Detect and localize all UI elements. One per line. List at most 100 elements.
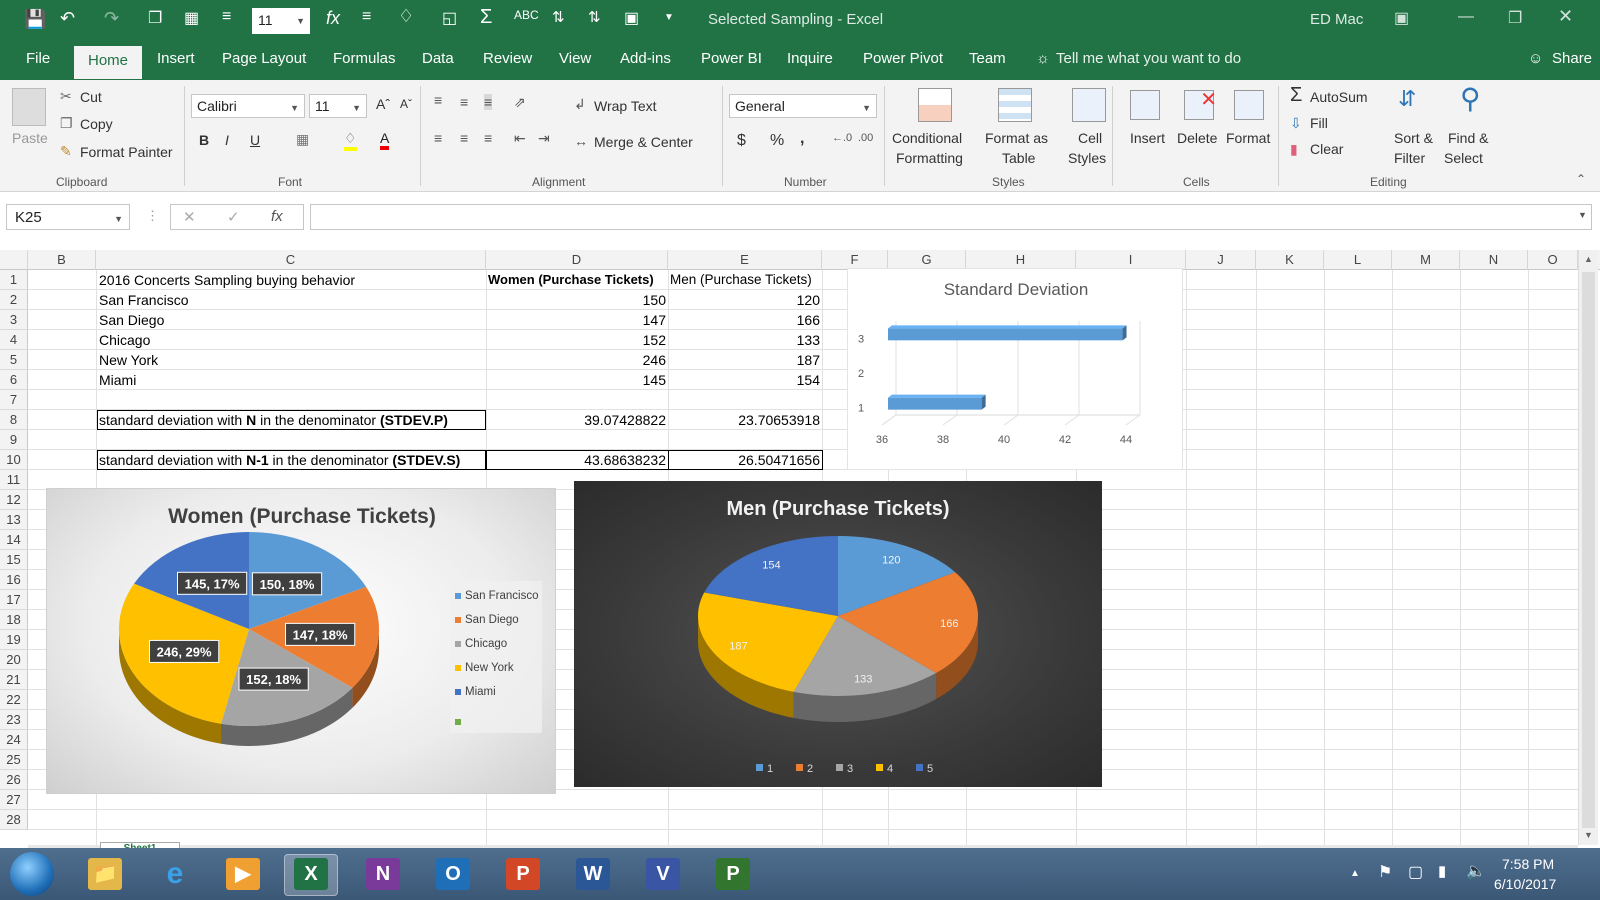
cell-e3[interactable]: 166 — [670, 310, 820, 330]
clear-button[interactable]: Clear — [1310, 141, 1343, 157]
increase-decimal-icon[interactable]: ←.0 — [832, 132, 852, 144]
cell-e1[interactable]: Men (Purchase Tickets) — [670, 270, 822, 290]
sort-filter-icon[interactable]: ⇵ — [1398, 86, 1416, 112]
collapse-ribbon-icon[interactable]: ⌃ — [1576, 172, 1586, 186]
women-pie-chart[interactable]: Women (Purchase Tickets) 150, 18% 147, 18%… — [46, 488, 556, 794]
tab-formulas[interactable]: Formulas — [333, 50, 396, 67]
user-name[interactable]: ED Mac — [1310, 11, 1363, 28]
row-header[interactable]: 12 — [0, 490, 28, 510]
device-icon[interactable]: ▢ — [1408, 862, 1423, 882]
align-right-icon[interactable]: ≡ — [484, 130, 492, 146]
tell-me-search[interactable]: Tell me what you want to do — [1056, 50, 1241, 67]
cell-c2[interactable]: San Francisco — [99, 290, 479, 310]
comma-button[interactable]: , — [800, 130, 804, 148]
excel-icon[interactable]: X — [294, 858, 328, 890]
row-header[interactable]: 10 — [0, 450, 28, 470]
function-icon[interactable]: fx — [326, 8, 340, 29]
row-header[interactable]: 1 — [0, 270, 28, 290]
column-header-f[interactable]: F — [822, 250, 888, 270]
clock-time[interactable]: 7:58 PM — [1502, 856, 1554, 872]
cell-d5[interactable]: 246 — [488, 350, 666, 370]
cancel-icon[interactable]: ✕ — [183, 208, 196, 226]
column-header-n[interactable]: N — [1460, 250, 1528, 270]
redo-icon[interactable]: ↷ — [104, 8, 119, 29]
tab-insert[interactable]: Insert — [157, 50, 195, 67]
cell-e5[interactable]: 187 — [670, 350, 820, 370]
tab-power-bi[interactable]: Power BI — [701, 50, 762, 67]
paste-button[interactable]: Paste — [12, 130, 48, 146]
format-painter-icon[interactable]: ✎ — [60, 143, 72, 160]
column-header-c[interactable]: C — [96, 250, 486, 270]
font-size-select[interactable]: 11 ▼ — [309, 94, 367, 118]
cut-button[interactable]: Cut — [80, 89, 102, 105]
row-header[interactable]: 8 — [0, 410, 28, 430]
start-button[interactable] — [10, 852, 54, 896]
cell-c1[interactable]: 2016 Concerts Sampling buying behavior — [99, 270, 485, 290]
row-header[interactable]: 26 — [0, 770, 28, 790]
share-button[interactable]: Share — [1552, 50, 1592, 67]
decrease-decimal-icon[interactable]: .00 — [858, 132, 873, 144]
find-select-icon[interactable]: ⚲ — [1460, 82, 1481, 115]
row-header[interactable]: 11 — [0, 470, 28, 490]
sum-quick-icon[interactable]: Σ — [480, 6, 492, 29]
restore-icon[interactable]: ❐ — [1508, 8, 1522, 28]
wrap-text-button[interactable]: Wrap Text — [594, 98, 657, 114]
formula-input[interactable] — [310, 204, 1592, 230]
cell-d10[interactable]: 43.68638232 — [486, 450, 669, 470]
column-header-g[interactable]: G — [888, 250, 966, 270]
row-header[interactable]: 15 — [0, 550, 28, 570]
conditional-formatting-button[interactable]: Conditional — [892, 130, 962, 146]
cell-c4[interactable]: Chicago — [99, 330, 479, 350]
cell-styles-button[interactable]: Cell — [1078, 130, 1102, 146]
percent-button[interactable]: % — [770, 132, 784, 150]
cell-d3[interactable]: 147 — [488, 310, 666, 330]
ribbon-display-icon[interactable]: ▣ — [1394, 8, 1409, 28]
row-header[interactable]: 13 — [0, 510, 28, 530]
wrap-text-icon[interactable]: ↲ — [574, 96, 586, 113]
cell-e10[interactable]: 26.50471656 — [668, 450, 823, 470]
tab-team[interactable]: Team — [969, 50, 1006, 67]
row-header[interactable]: 23 — [0, 710, 28, 730]
indent-icon[interactable]: ≡ — [362, 8, 371, 26]
row-header[interactable]: 24 — [0, 730, 28, 750]
autosum-icon[interactable]: Σ — [1290, 84, 1302, 107]
orientation-icon[interactable]: ⇗ — [514, 94, 526, 111]
decrease-indent-icon[interactable]: ⇤ — [514, 130, 526, 147]
calc-icon[interactable]: ▦ — [184, 8, 199, 28]
cell-c5[interactable]: New York — [99, 350, 479, 370]
share-icon[interactable]: ☺ — [1528, 50, 1543, 67]
format-cells-button[interactable]: Format — [1226, 130, 1270, 146]
picture-icon[interactable]: ▣ — [624, 8, 639, 28]
cell-d6[interactable]: 145 — [488, 370, 666, 390]
insert-cells-icon[interactable] — [1130, 90, 1160, 120]
save-icon[interactable]: 💾 — [24, 9, 46, 30]
column-header-k[interactable]: K — [1256, 250, 1324, 270]
row-header[interactable]: 27 — [0, 790, 28, 810]
delete-cells-button[interactable]: Delete — [1177, 130, 1217, 146]
sort-filter-button[interactable]: Sort & — [1394, 130, 1433, 146]
merge-icon[interactable]: ↔ — [574, 133, 588, 149]
name-box[interactable]: K25 ▼ — [6, 204, 130, 230]
delete-cells-icon[interactable]: ✕ — [1184, 89, 1217, 120]
scroll-up-icon[interactable]: ▲ — [1584, 254, 1593, 264]
cell-c10[interactable]: standard deviation with N-1 in the denom… — [97, 450, 486, 470]
row-header[interactable]: 6 — [0, 370, 28, 390]
align-bottom-icon[interactable]: ≡ — [484, 94, 493, 110]
font-color-icon[interactable]: A — [380, 130, 390, 150]
tab-home[interactable]: Home — [74, 46, 143, 79]
column-header-l[interactable]: L — [1324, 250, 1392, 270]
row-header[interactable]: 21 — [0, 670, 28, 690]
enter-icon[interactable]: ✓ — [227, 208, 240, 226]
cell-e8[interactable]: 23.70653918 — [670, 410, 820, 430]
onenote-icon[interactable]: N — [366, 858, 400, 890]
row-header[interactable]: 5 — [0, 350, 28, 370]
tab-inquire[interactable]: Inquire — [787, 50, 833, 67]
column-header-m[interactable]: M — [1392, 250, 1460, 270]
media-player-icon[interactable]: ▶ — [226, 858, 260, 890]
row-header[interactable]: 22 — [0, 690, 28, 710]
merge-center-button[interactable]: Merge & Center — [594, 134, 693, 150]
word-icon[interactable]: W — [576, 858, 610, 890]
tab-power-pivot[interactable]: Power Pivot — [863, 50, 943, 67]
fill-color-icon[interactable]: ♢ — [344, 130, 357, 151]
powerpoint-icon[interactable]: P — [506, 858, 540, 890]
